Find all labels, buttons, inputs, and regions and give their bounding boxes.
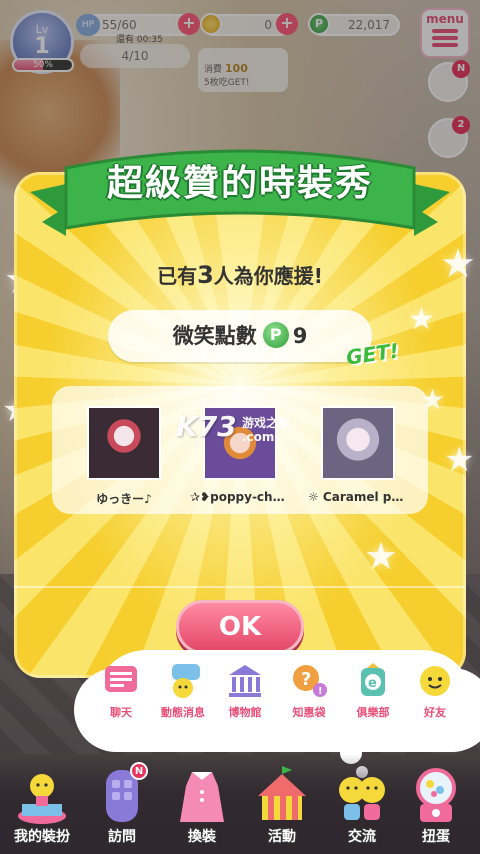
star-icon: ★ [444, 440, 475, 480]
cloud-item-museum[interactable]: 博物館 [214, 662, 276, 720]
chat-icon [102, 662, 140, 700]
nav-gacha[interactable]: 扭蛋 [396, 766, 476, 846]
news-icon [164, 662, 202, 700]
wardrobe-stage-icon [14, 766, 70, 826]
p-coin-icon: P [262, 322, 289, 348]
smile-points-value: 9 [292, 324, 308, 348]
cheer-prefix: 已有 [157, 264, 198, 288]
friend-name: ✰❥poppy-chan... [190, 490, 290, 504]
nav-label: 交流 [348, 829, 376, 845]
nav-label: 活動 [268, 829, 296, 845]
friend-name: ゆっきー♪ [96, 492, 152, 506]
dialog-title: 超級贊的時裝秀 [106, 163, 373, 204]
watermark-logo: K73 [176, 410, 237, 443]
cloud-item-club[interactable]: e 俱樂部 [342, 662, 404, 720]
friend-card[interactable]: ゆっきー♪ [74, 406, 174, 507]
gacha-machine-icon [408, 766, 464, 826]
friend-avatar [321, 406, 395, 480]
friend-name: ☼ Caramel pop... [308, 490, 408, 504]
nav-label: 訪問 [108, 829, 136, 845]
smile-points-pill: 微笑點數 P 9 [108, 310, 372, 362]
nav-social[interactable]: 交流 [322, 766, 402, 846]
star-icon: ★ [408, 302, 435, 337]
cloud-item-label: 好友 [424, 706, 446, 719]
cheer-suffix: 人為你應援! [213, 264, 323, 288]
museum-icon [226, 662, 264, 700]
nav-label: 換裝 [188, 829, 216, 845]
nav-events[interactable]: 活動 [242, 766, 322, 846]
star-icon: ★ [364, 534, 399, 578]
title-ribbon: 超級贊的時裝秀 [30, 140, 450, 240]
friend-avatar [87, 406, 161, 480]
cheer-message: 已有3人為你應援! [0, 260, 480, 289]
friend-card[interactable]: ☼ Caramel pop... [308, 406, 408, 504]
ok-button[interactable]: OK [176, 600, 304, 654]
cloud-item-friends[interactable]: 好友 [404, 662, 466, 720]
friends-pair-icon [334, 766, 390, 826]
cloud-item-label: 知惠袋 [292, 706, 326, 719]
nav-dress-up[interactable]: 換裝 [162, 766, 242, 846]
svg-text:e: e [368, 676, 377, 691]
watermark-cn: 游戏之家 [242, 416, 291, 430]
svg-text:?: ? [301, 669, 311, 690]
watermark: K73 游戏之家 .com [176, 410, 316, 450]
door-icon: N [94, 762, 150, 826]
watermark-domain: .com [242, 430, 275, 444]
cheering-friends-panel: ゆっきー♪ ✰❥poppy-chan... ☼ Caramel pop... [52, 386, 428, 514]
nav-label: 扭蛋 [422, 829, 450, 845]
circus-tent-icon [254, 766, 310, 826]
smile-points-label: 微笑點數 [172, 324, 257, 348]
cheer-count: 3 [197, 261, 214, 289]
nav-label: 我的裝扮 [14, 829, 70, 845]
cloud-item-chat[interactable]: 聊天 [90, 662, 152, 720]
bottom-nav: 我的裝扮 N 訪問 換裝 活動 交流 扭蛋 [0, 754, 480, 854]
svg-text:!: ! [318, 686, 323, 697]
help-icon: ?! [290, 662, 328, 700]
cloud-item-label: 動態消息 [161, 706, 205, 719]
dialog-divider [14, 586, 466, 588]
cloud-item-label: 俱樂部 [356, 706, 390, 719]
visit-badge: N [130, 762, 148, 780]
nav-my-outfit[interactable]: 我的裝扮 [2, 766, 82, 846]
cloud-item-label: 聊天 [110, 706, 132, 719]
nav-visit[interactable]: N 訪問 [82, 762, 162, 846]
club-icon: e [354, 662, 392, 700]
cloud-item-label: 博物館 [228, 706, 262, 719]
friend-smile-icon [416, 662, 454, 700]
dress-icon [174, 766, 230, 826]
cloud-item-news[interactable]: 動態消息 [152, 662, 214, 720]
cloud-item-help[interactable]: ?! 知惠袋 [278, 662, 340, 720]
